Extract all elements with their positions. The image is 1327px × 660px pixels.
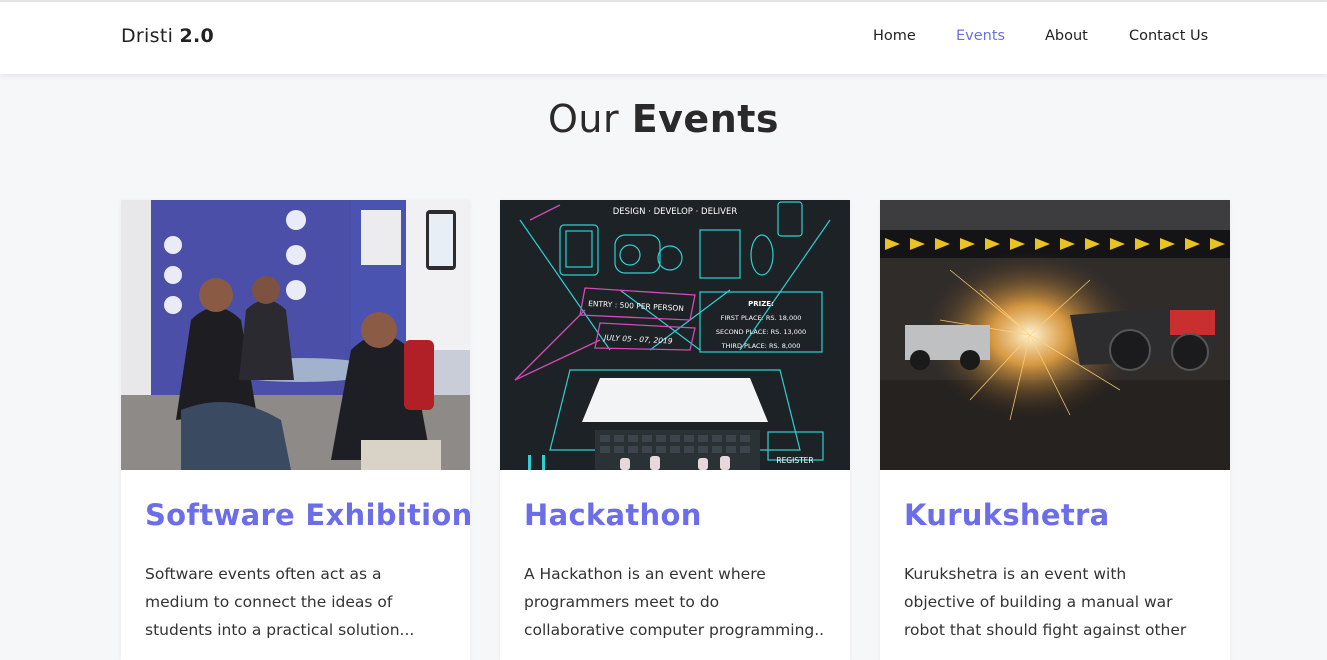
hackathon-poster: DESIGN · DEVELOP · DELIVER ENTRY : 500 P… [500, 200, 850, 470]
poster-prize-title: PRIZE: [748, 300, 774, 308]
description-line: A Hackathon is an event where [524, 565, 766, 583]
poster-tagline: DESIGN · DEVELOP · DELIVER [613, 207, 738, 217]
description-line: medium to connect the ideas of [145, 593, 393, 611]
nav-link-home[interactable]: Home [873, 28, 916, 44]
event-description: A Hackathon is an event where programmer… [524, 560, 829, 644]
description-line: students into a practical solution... [145, 621, 415, 639]
heading-bold: Events [631, 97, 780, 141]
event-card-kurukshetra[interactable]: Kurukshetra Kurukshetra is an event with… [880, 200, 1230, 660]
description-line: Software events often act as a [145, 565, 382, 583]
description-line: objective of building a manual war [904, 593, 1173, 611]
event-title[interactable]: Software Exhibition [145, 498, 470, 532]
robot-battle-photo [880, 200, 1230, 470]
event-title[interactable]: Kurukshetra [904, 498, 1109, 532]
event-title[interactable]: Hackathon [524, 498, 702, 532]
heading-light: Our [547, 97, 620, 141]
event-card-hackathon[interactable]: DESIGN · DEVELOP · DELIVER ENTRY : 500 P… [500, 200, 850, 660]
nav-link-events[interactable]: Events [956, 28, 1005, 44]
event-description: Kurukshetra is an event with objective o… [904, 560, 1209, 644]
poster-prize-second: SECOND PLACE: RS. 13,000 [716, 328, 806, 336]
nav-link-about[interactable]: About [1045, 28, 1088, 44]
nav-menu: Home Events About Contact Us [0, 28, 1327, 48]
description-line: robot that should fight against other [904, 621, 1187, 639]
section-heading: Our Events [0, 97, 1327, 141]
description-line: collaborative computer programming.. [524, 621, 825, 639]
poster-register: REGISTER [776, 456, 813, 465]
event-card-software-exhibition[interactable]: Software Exhibition Software events ofte… [121, 200, 470, 660]
poster-prize-third: THIRD PLACE: RS. 8,000 [721, 342, 801, 350]
poster-prize-first: FIRST PLACE: RS. 18,000 [721, 314, 802, 322]
exhibition-photo [121, 200, 470, 470]
description-line: Kurukshetra is an event with [904, 565, 1127, 583]
event-description: Software events often act as a medium to… [145, 560, 450, 644]
navbar: Dristi 2.0 Home Events About Contact Us [0, 2, 1327, 74]
nav-link-contact[interactable]: Contact Us [1129, 28, 1208, 44]
description-line: programmers meet to do [524, 593, 720, 611]
